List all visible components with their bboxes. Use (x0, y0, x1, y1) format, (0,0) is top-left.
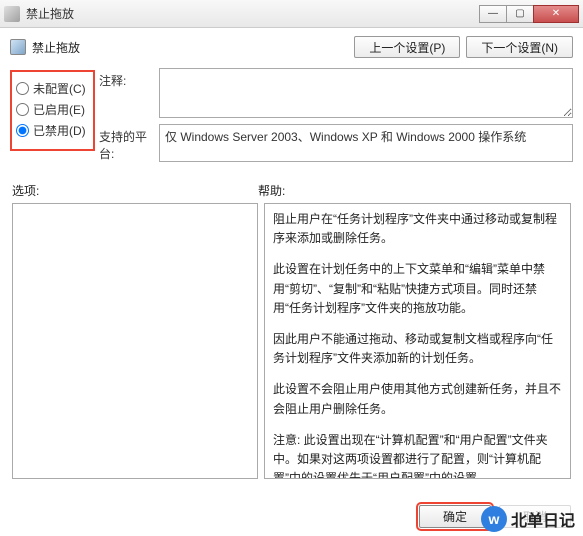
radio-enabled[interactable]: 已启用(E) (16, 101, 89, 118)
comment-row: 注释: (99, 68, 573, 118)
dialog-content: 禁止拖放 上一个设置(P) 下一个设置(N) 未配置(C) 已启用(E) 已禁用… (0, 28, 583, 479)
radio-not-configured-input[interactable] (16, 82, 29, 95)
help-p3: 因此用户不能通过拖动、移动或复制文档或程序向“任务计划程序”文件夹添加新的计划任… (273, 330, 562, 368)
fields-column: 注释: 支持的平台: 仅 Windows Server 2003、Windows… (95, 68, 573, 168)
body-row: 未配置(C) 已启用(E) 已禁用(D) 注释: 支持的平台: 仅 Window… (10, 68, 573, 168)
platform-row: 支持的平台: 仅 Windows Server 2003、Windows XP … (99, 124, 573, 162)
radio-enabled-input[interactable] (16, 103, 29, 116)
app-icon (4, 6, 20, 22)
comment-label: 注释: (99, 68, 159, 118)
radio-not-configured[interactable]: 未配置(C) (16, 80, 89, 97)
radio-enabled-label: 已启用(E) (33, 101, 85, 118)
platform-label: 支持的平台: (99, 124, 159, 162)
platform-value: 仅 Windows Server 2003、Windows XP 和 Windo… (159, 124, 573, 162)
help-pane[interactable]: 阻止用户在“任务计划程序”文件夹中通过移动或复制程序来添加或删除任务。 此设置在… (264, 203, 571, 479)
help-p4: 此设置不会阻止用户使用其他方式创建新任务，并且不会阻止用户删除任务。 (273, 380, 562, 418)
comment-textarea[interactable] (159, 68, 573, 118)
next-setting-button[interactable]: 下一个设置(N) (466, 36, 573, 58)
help-p5: 注意: 此设置出现在“计算机配置”和“用户配置”文件夹中。如果对这两项设置都进行… (273, 431, 562, 479)
radio-disabled-input[interactable] (16, 124, 29, 137)
header-row: 禁止拖放 上一个设置(P) 下一个设置(N) (10, 36, 573, 58)
ok-button[interactable]: 确定 (419, 505, 491, 528)
window-controls: — ▢ ✕ (480, 5, 579, 23)
options-label: 选项: (12, 182, 258, 199)
maximize-button[interactable]: ▢ (506, 5, 534, 23)
radio-column: 未配置(C) 已启用(E) 已禁用(D) (10, 68, 95, 168)
window-title: 禁止拖放 (26, 5, 480, 22)
prev-setting-button[interactable]: 上一个设置(P) (354, 36, 460, 58)
options-pane[interactable] (12, 203, 258, 479)
policy-icon (10, 39, 26, 55)
cancel-button[interactable]: 取消 (499, 505, 571, 528)
policy-title: 禁止拖放 (32, 39, 348, 56)
help-p2: 此设置在计划任务中的上下文菜单和“编辑”菜单中禁用“剪切”、“复制”和“粘贴”快… (273, 260, 562, 318)
radio-disabled[interactable]: 已禁用(D) (16, 122, 89, 139)
help-p1: 阻止用户在“任务计划程序”文件夹中通过移动或复制程序来添加或删除任务。 (273, 210, 562, 248)
footer: 确定 取消 (0, 505, 583, 528)
titlebar: 禁止拖放 — ▢ ✕ (0, 0, 583, 28)
minimize-button[interactable]: — (479, 5, 507, 23)
panes: 阻止用户在“任务计划程序”文件夹中通过移动或复制程序来添加或删除任务。 此设置在… (10, 203, 573, 479)
help-label: 帮助: (258, 182, 571, 199)
section-labels: 选项: 帮助: (10, 182, 573, 199)
radio-not-configured-label: 未配置(C) (33, 80, 86, 97)
state-radio-group: 未配置(C) 已启用(E) 已禁用(D) (10, 70, 95, 151)
radio-disabled-label: 已禁用(D) (33, 122, 86, 139)
close-button[interactable]: ✕ (533, 5, 579, 23)
